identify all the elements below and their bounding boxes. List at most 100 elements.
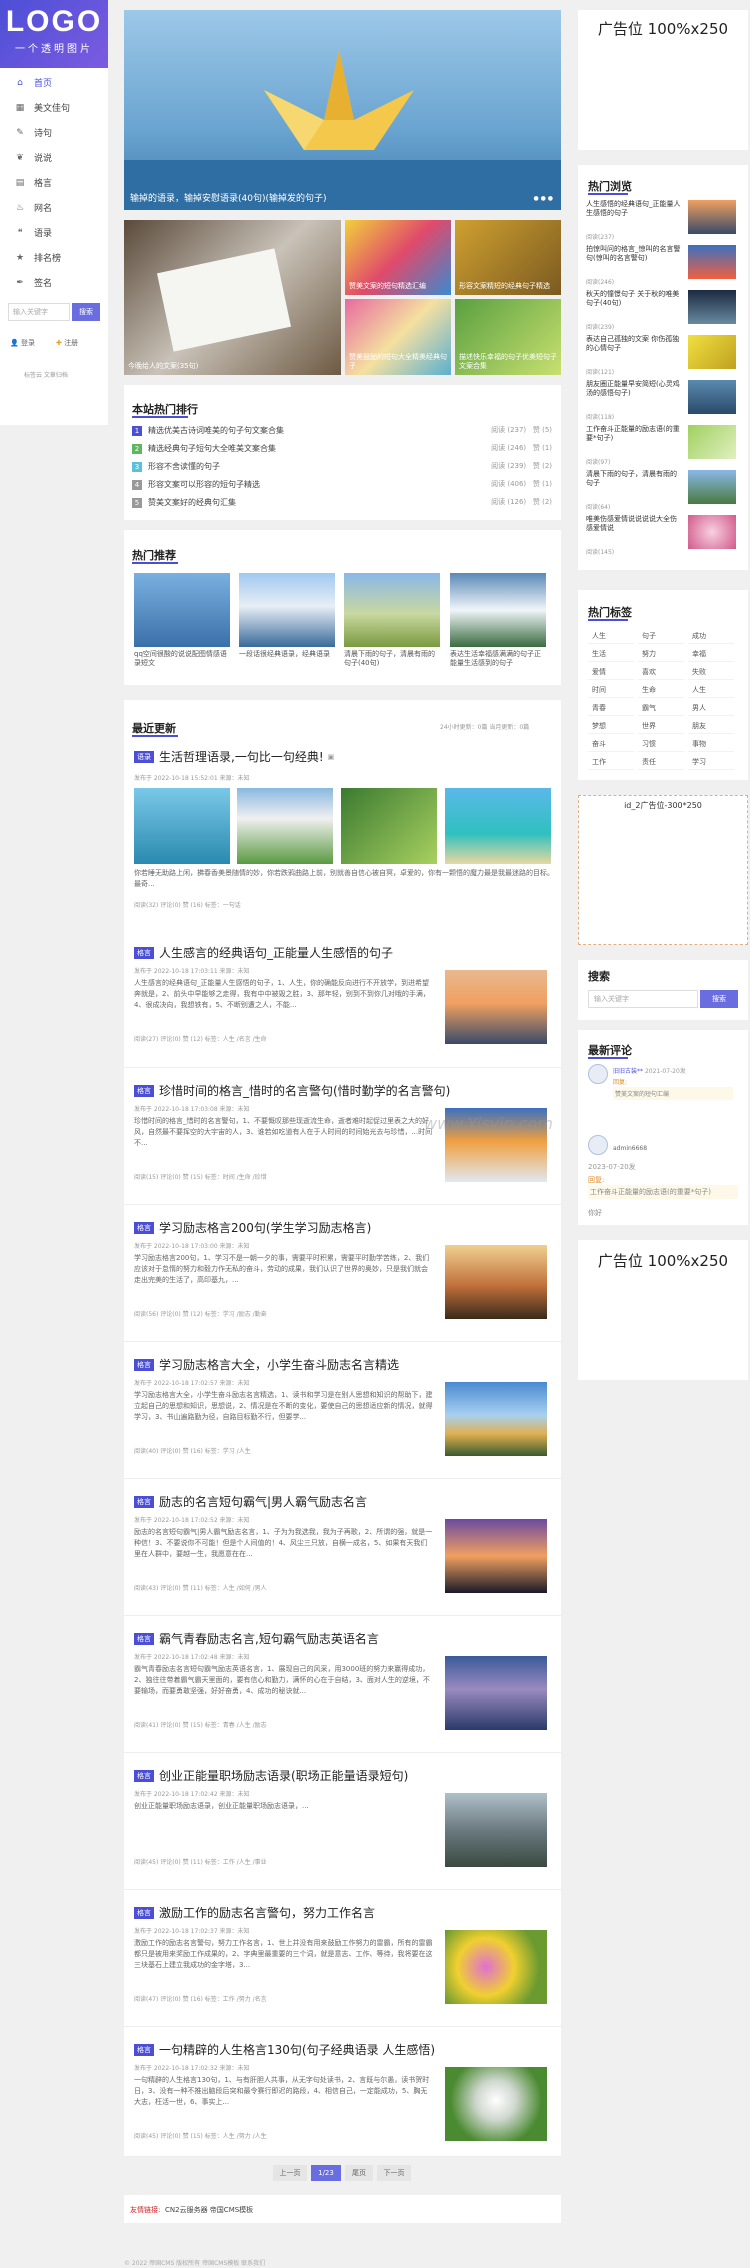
login-link[interactable]: 👤 登录	[10, 338, 35, 348]
ranking-item[interactable]: 1 精选优美古诗词唯美的句子句文案合集 阅读 (237) 赞 (5)	[132, 425, 552, 441]
tag-link[interactable]: 男人	[688, 700, 734, 716]
tag-link[interactable]: 朋友	[688, 718, 734, 734]
nav-item-signature[interactable]: ✒ 签名	[0, 270, 108, 295]
tag-link[interactable]: 失败	[688, 664, 734, 680]
post-image[interactable]	[341, 788, 437, 864]
ranking-item[interactable]: 3 形容不舍读懂的句子 阅读 (239) 赞 (2)	[132, 461, 552, 477]
comment-text[interactable]: 工作奋斗正能量的励志语(的重要*句子)	[588, 1185, 738, 1199]
post-thumbnail[interactable]	[445, 1519, 547, 1593]
post-title[interactable]: 格言 珍惜时间的格言_惜时的名言警句(惜时勤学的名言警句)	[134, 1082, 450, 1099]
avatar[interactable]	[588, 1064, 608, 1084]
tag-link[interactable]: 世界	[638, 718, 684, 734]
post-title[interactable]: 格言 学习励志格言大全，小学生奋斗励志名言精选	[134, 1356, 399, 1373]
post-title[interactable]: 语录 生活哲理语录,一句比一句经典! ▣	[134, 748, 334, 765]
nav-item-shuoshuo[interactable]: ❦ 说说	[0, 145, 108, 170]
recommend-item[interactable]: 表达生活幸福感满满的句子正能量生活感到的句子	[450, 573, 546, 668]
tag-link[interactable]: 幸福	[688, 646, 734, 662]
tag-link[interactable]: 工作	[588, 754, 634, 770]
feature-tile-large[interactable]: 今晚给人的文案(35句)	[124, 220, 341, 375]
post-title[interactable]: 格言 励志的名言短句霸气|男人霸气励志名言	[134, 1493, 367, 1510]
post-thumbnail[interactable]	[445, 1382, 547, 1456]
recommend-item[interactable]: qq空间很酸的说说配图情感语录短文	[134, 573, 230, 668]
tag-link[interactable]: 事物	[688, 736, 734, 752]
tag-link[interactable]: 习惯	[638, 736, 684, 752]
tag-link[interactable]: 爱情	[588, 664, 634, 680]
post-title[interactable]: 格言 激励工作的励志名言警句，努力工作名言	[134, 1904, 375, 1921]
post-title[interactable]: 格言 学习励志格言200句(学生学习励志格言)	[134, 1219, 371, 1236]
tag-link[interactable]: 成功	[688, 628, 734, 644]
hot-item[interactable]: 清晨下雨的句子，清晨有雨的句子 阅读(64)	[586, 470, 736, 511]
next-page-button[interactable]: 下一页	[377, 2165, 411, 2181]
hot-item[interactable]: 朋友圈正能量早安简短(心灵鸡汤的感悟句子) 阅读(118)	[586, 380, 736, 421]
slider-dots[interactable]: ● ● ●	[533, 195, 553, 202]
post-image[interactable]	[134, 788, 230, 864]
post-title[interactable]: 格言 霸气青春励志名言,短句霸气励志英语名言	[134, 1630, 379, 1647]
post-title[interactable]: 格言 创业正能量职场励志语录(职场正能量语录短句)	[134, 1767, 408, 1784]
feature-tile[interactable]: 赞美鼓励的短句大全精美经典句子	[345, 299, 451, 375]
sidebar-search-button[interactable]: 搜索	[72, 303, 100, 321]
tag-link[interactable]: 生活	[588, 646, 634, 662]
post-thumbnail[interactable]	[445, 1930, 547, 2004]
post-thumbnail[interactable]	[445, 970, 547, 1044]
post-thumbnail[interactable]	[445, 2067, 547, 2141]
post-thumbnail[interactable]	[445, 1245, 547, 1319]
post-title[interactable]: 格言 一句精辟的人生格言130句(句子经典语录 人生感悟)	[134, 2041, 435, 2058]
hot-item[interactable]: 人生感悟的经典语句_正能量人生感悟的句子 阅读(237)	[586, 200, 736, 241]
hot-item[interactable]: 拍惊叫问的格言_惊叫的名言警句(惊叫的名言警句) 阅读(246)	[586, 245, 736, 286]
post-image[interactable]	[445, 788, 551, 864]
hot-item[interactable]: 表达自己孤独的文案 你伤孤独的心情句子 阅读(121)	[586, 335, 736, 376]
tag-link[interactable]: 霸气	[638, 700, 684, 716]
ad-banner-bottom[interactable]: 广告位 100%x250	[578, 1240, 748, 1380]
post-image[interactable]	[237, 788, 333, 864]
nav-item-nickname[interactable]: ♨ 网名	[0, 195, 108, 220]
ranking-item[interactable]: 4 形容文案可以形容的短句子精选 阅读 (406) 赞 (1)	[132, 479, 552, 495]
ranking-item[interactable]: 5 赞美文案好的经典句汇集 阅读 (126) 赞 (2)	[132, 497, 552, 513]
nav-item-quotes[interactable]: ❝ 语录	[0, 220, 108, 245]
post-title[interactable]: 格言 人生感言的经典语句_正能量人生感悟的句子	[134, 944, 393, 961]
tag-link[interactable]: 梦想	[588, 718, 634, 734]
sidebar-footer-links[interactable]: 标签云 文章归档	[24, 370, 68, 379]
post-thumbnail[interactable]	[445, 1656, 547, 1730]
nav-item-home[interactable]: ⌂ 首页	[0, 70, 108, 95]
hot-item[interactable]: 唯美伤感爱情说说说说大全伤感爱情说 阅读(145)	[586, 515, 736, 556]
tag-link[interactable]: 努力	[638, 646, 684, 662]
comment-text[interactable]: 赞美文案的短句汇编	[613, 1087, 733, 1100]
tag-link[interactable]: 人生	[688, 682, 734, 698]
hero-slider[interactable]: 输掉的语录，输掉安慰语录(40句)(输掉发的句子) ● ● ●	[124, 10, 561, 210]
search-button[interactable]: 搜索	[700, 990, 738, 1008]
ad-banner-middle[interactable]: id_2广告位-300*250	[578, 795, 748, 945]
tag-link[interactable]: 喜欢	[638, 664, 684, 680]
nav-item-motto[interactable]: ▤ 格言	[0, 170, 108, 195]
avatar[interactable]	[588, 1135, 608, 1155]
comment-user[interactable]: 旧旧古装** 2021-07-20发	[613, 1066, 686, 1075]
friend-links[interactable]: CN2云服务器 帝国CMS模板	[165, 2205, 253, 2215]
tag-link[interactable]: 人生	[588, 628, 634, 644]
feature-tile[interactable]: 形容文案精短的经典句子精选	[455, 220, 561, 295]
prev-page-button[interactable]: 上一页	[273, 2165, 307, 2181]
tag-link[interactable]: 生命	[638, 682, 684, 698]
nav-item-poem[interactable]: ✎ 诗句	[0, 120, 108, 145]
feature-tile[interactable]: 赞美文案的短句精选汇编	[345, 220, 451, 295]
tag-link[interactable]: 学习	[688, 754, 734, 770]
logo[interactable]: LOGO 一个透明图片	[0, 0, 108, 68]
comment-user[interactable]: admin6668	[613, 1145, 647, 1152]
tag-link[interactable]: 奋斗	[588, 736, 634, 752]
search-input[interactable]: 输入关键字	[588, 990, 698, 1008]
tag-link[interactable]: 时间	[588, 682, 634, 698]
nav-item-rank[interactable]: ★ 排名榜	[0, 245, 108, 270]
recommend-item[interactable]: 一段话很经典语录，经典语录	[239, 573, 335, 659]
last-page-button[interactable]: 尾页	[345, 2165, 373, 2181]
ranking-item[interactable]: 2 精选经典句子短句大全唯美文案合集 阅读 (246) 赞 (1)	[132, 443, 552, 459]
tag-link[interactable]: 青春	[588, 700, 634, 716]
post-thumbnail[interactable]	[445, 1793, 547, 1867]
register-link[interactable]: ✚ 注册	[56, 338, 78, 348]
tag-link[interactable]: 责任	[638, 754, 684, 770]
ad-banner-top[interactable]: 广告位 100%x250	[578, 10, 748, 150]
tag-link[interactable]: 句子	[638, 628, 684, 644]
feature-tile[interactable]: 描述快乐幸福的句子优美短句子文案合集	[455, 299, 561, 375]
hot-item[interactable]: 工作奋斗正能量的励志语(的重要*句子) 阅读(97)	[586, 425, 736, 466]
hot-item[interactable]: 秋天的憧憬句子 关于秋的唯美句子(40句) 阅读(239)	[586, 290, 736, 331]
nav-item-prose[interactable]: ▦ 美文佳句	[0, 95, 108, 120]
sidebar-search-input[interactable]: 输入关键字	[8, 303, 70, 321]
recommend-item[interactable]: 清晨下雨的句子，清晨有雨的句子(40句)	[344, 573, 440, 668]
